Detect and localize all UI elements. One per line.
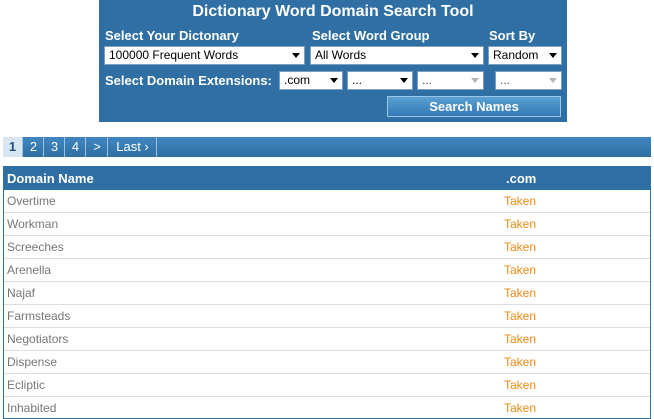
page-1-link[interactable]: 1 xyxy=(3,137,23,157)
chevron-down-icon xyxy=(471,78,479,83)
status-link[interactable]: Taken xyxy=(504,374,536,396)
dictionary-select-value: 100000 Frequent Words xyxy=(109,48,239,62)
domain-results-table: Domain Name .com Overtime Taken Workman … xyxy=(3,166,651,419)
extension-select-3[interactable]: ... xyxy=(417,71,484,90)
chevron-down-icon xyxy=(400,78,408,83)
domain-name: Arenella xyxy=(7,263,52,277)
status-link[interactable]: Taken xyxy=(504,328,536,350)
sort-label: Sort By xyxy=(489,28,536,43)
table-row: Ecliptic Taken xyxy=(4,374,650,397)
table-header: Domain Name .com xyxy=(4,167,650,190)
status-link[interactable]: Taken xyxy=(504,190,536,212)
search-names-button[interactable]: Search Names xyxy=(387,96,561,117)
page-2-link[interactable]: 2 xyxy=(24,137,44,157)
word-group-select[interactable]: All Words xyxy=(310,46,484,65)
next-page-link[interactable]: > xyxy=(87,137,108,157)
table-row: Dispense Taken xyxy=(4,351,650,374)
status-link[interactable]: Taken xyxy=(504,236,536,258)
extension-select-4-value: ... xyxy=(500,73,511,87)
dictionary-select[interactable]: 100000 Frequent Words xyxy=(104,46,305,65)
table-row: Najaf Taken xyxy=(4,282,650,305)
domain-name: Ecliptic xyxy=(7,378,46,392)
table-row: Negotiators Taken xyxy=(4,328,650,351)
extension-select-1[interactable]: .com xyxy=(279,71,343,90)
extension-select-3-value: ... xyxy=(422,73,433,87)
chevron-down-icon xyxy=(471,53,479,58)
domain-name: Najaf xyxy=(7,286,36,300)
page-3-link[interactable]: 3 xyxy=(45,137,65,157)
status-link[interactable]: Taken xyxy=(504,259,536,281)
status-link[interactable]: Taken xyxy=(504,397,536,419)
word-group-label: Select Word Group xyxy=(312,28,430,43)
dictionary-label: Select Your Dictonary xyxy=(105,28,239,43)
status-link[interactable]: Taken xyxy=(504,213,536,235)
table-row: Inhabited Taken xyxy=(4,397,650,419)
status-link[interactable]: Taken xyxy=(504,351,536,373)
domain-name: Dispense xyxy=(7,355,58,369)
table-row: Screeches Taken xyxy=(4,236,650,259)
extension-select-2-value: ... xyxy=(352,73,363,87)
table-row: Farmsteads Taken xyxy=(4,305,650,328)
word-group-select-value: All Words xyxy=(315,48,367,62)
status-link[interactable]: Taken xyxy=(504,305,536,327)
chevron-down-icon xyxy=(549,78,557,83)
status-link[interactable]: Taken xyxy=(504,282,536,304)
extensions-label: Select Domain Extensions: xyxy=(105,73,272,88)
chevron-down-icon xyxy=(330,78,338,83)
sort-select-value: Random xyxy=(493,48,539,62)
extension-select-1-value: .com xyxy=(284,73,311,87)
column-header-com: .com xyxy=(506,171,537,186)
domain-name: Negotiators xyxy=(7,332,69,346)
domain-name: Screeches xyxy=(7,240,64,254)
tool-title: Dictionary Word Domain Search Tool xyxy=(192,3,474,20)
sort-select[interactable]: Random xyxy=(488,46,562,65)
table-row: Overtime Taken xyxy=(4,190,650,213)
chevron-down-icon xyxy=(292,53,300,58)
page-4-link[interactable]: 4 xyxy=(66,137,86,157)
table-row: Arenella Taken xyxy=(4,259,650,282)
domain-name: Farmsteads xyxy=(7,309,71,323)
last-page-link[interactable]: Last › xyxy=(109,137,157,157)
column-header-domain-name: Domain Name xyxy=(7,171,94,186)
domain-name: Inhabited xyxy=(7,401,57,415)
pagination-bar: 1 2 3 4 > Last › xyxy=(3,137,651,157)
search-tool-panel: Dictionary Word Domain Search Tool Selec… xyxy=(99,0,567,122)
domain-name: Overtime xyxy=(7,194,56,208)
chevron-down-icon xyxy=(549,53,557,58)
extension-select-2[interactable]: ... xyxy=(347,71,413,90)
domain-name: Workman xyxy=(7,217,59,231)
table-row: Workman Taken xyxy=(4,213,650,236)
extension-select-4[interactable]: ... xyxy=(495,71,562,90)
